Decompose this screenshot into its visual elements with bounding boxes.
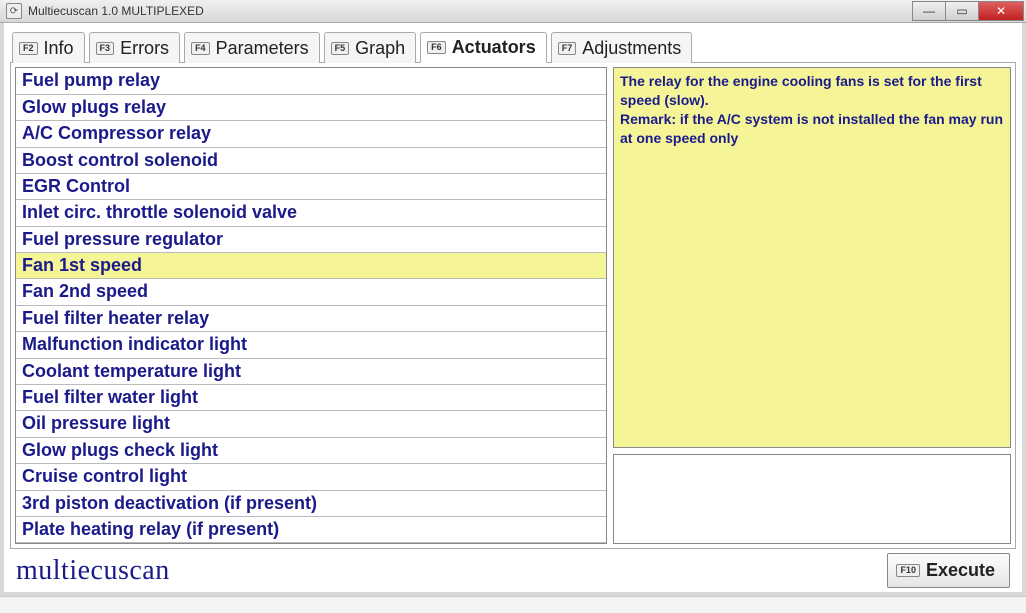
tab-errors[interactable]: F3 Errors (89, 32, 181, 63)
list-item[interactable]: Fuel pressure regulator (16, 227, 606, 253)
tab-label: Adjustments (582, 38, 681, 59)
list-item[interactable]: EGR Control (16, 174, 606, 200)
window-controls: — ▭ ✕ (912, 1, 1024, 21)
tab-fkey: F3 (96, 42, 115, 55)
tab-fkey: F7 (558, 42, 577, 55)
list-item[interactable]: 3rd piston deactivation (if present) (16, 491, 606, 517)
minimize-button[interactable]: — (912, 1, 946, 21)
tab-graph[interactable]: F5 Graph (324, 32, 417, 63)
list-item[interactable]: Fan 1st speed (16, 253, 606, 279)
list-item[interactable]: Fuel pump relay (16, 68, 606, 94)
app-icon: ⟳ (6, 3, 22, 19)
list-item[interactable]: Coolant temperature light (16, 359, 606, 385)
tab-label: Errors (120, 38, 169, 59)
list-item[interactable]: Oil pressure light (16, 411, 606, 437)
output-pane (613, 454, 1011, 544)
execute-button[interactable]: F10 Execute (887, 553, 1010, 588)
execute-fkey: F10 (896, 564, 920, 577)
brand-logo: multiecuscan (16, 555, 170, 587)
list-item[interactable]: Glow plugs check light (16, 438, 606, 464)
tab-fkey: F4 (191, 42, 210, 55)
tab-adjustments[interactable]: F7 Adjustments (551, 32, 693, 63)
right-column: The relay for the engine cooling fans is… (613, 67, 1011, 544)
tab-fkey: F6 (427, 41, 446, 54)
description-pane: The relay for the engine cooling fans is… (613, 67, 1011, 448)
window-titlebar: ⟳ Multiecuscan 1.0 MULTIPLEXED — ▭ ✕ (0, 0, 1026, 23)
tab-label: Info (44, 38, 74, 59)
tab-bar: F2 Info F3 Errors F4 Parameters F5 Graph F6 Actua… (10, 29, 1016, 62)
tab-label: Actuators (452, 37, 536, 58)
list-item[interactable]: Malfunction indicator light (16, 332, 606, 358)
window-title: Multiecuscan 1.0 MULTIPLEXED (28, 4, 912, 18)
maximize-button[interactable]: ▭ (945, 1, 979, 21)
app-body: F2 Info F3 Errors F4 Parameters F5 Graph F6 Actua… (0, 23, 1026, 596)
footer: multiecuscan F10 Execute (10, 549, 1016, 590)
list-item[interactable]: Boost control solenoid (16, 148, 606, 174)
list-item[interactable]: Fan 2nd speed (16, 279, 606, 305)
list-item[interactable]: Fuel filter water light (16, 385, 606, 411)
actuator-list[interactable]: Fuel pump relayGlow plugs relayA/C Compr… (15, 67, 607, 544)
list-item[interactable]: A/C Compressor relay (16, 121, 606, 147)
main-panel: Fuel pump relayGlow plugs relayA/C Compr… (10, 62, 1016, 549)
list-item[interactable]: Inlet circ. throttle solenoid valve (16, 200, 606, 226)
list-item[interactable]: Glow plugs relay (16, 95, 606, 121)
tab-fkey: F2 (19, 42, 38, 55)
status-strip (0, 596, 1026, 613)
list-item[interactable]: Fuel filter heater relay (16, 306, 606, 332)
tab-label: Parameters (216, 38, 309, 59)
tab-info[interactable]: F2 Info (12, 32, 85, 63)
tab-fkey: F5 (331, 42, 350, 55)
tab-parameters[interactable]: F4 Parameters (184, 32, 320, 63)
list-item[interactable]: Plate heating relay (if present) (16, 517, 606, 543)
tab-label: Graph (355, 38, 405, 59)
execute-label: Execute (926, 560, 995, 581)
list-item[interactable]: Cruise control light (16, 464, 606, 490)
close-button[interactable]: ✕ (978, 1, 1024, 21)
tab-actuators[interactable]: F6 Actuators (420, 32, 547, 63)
